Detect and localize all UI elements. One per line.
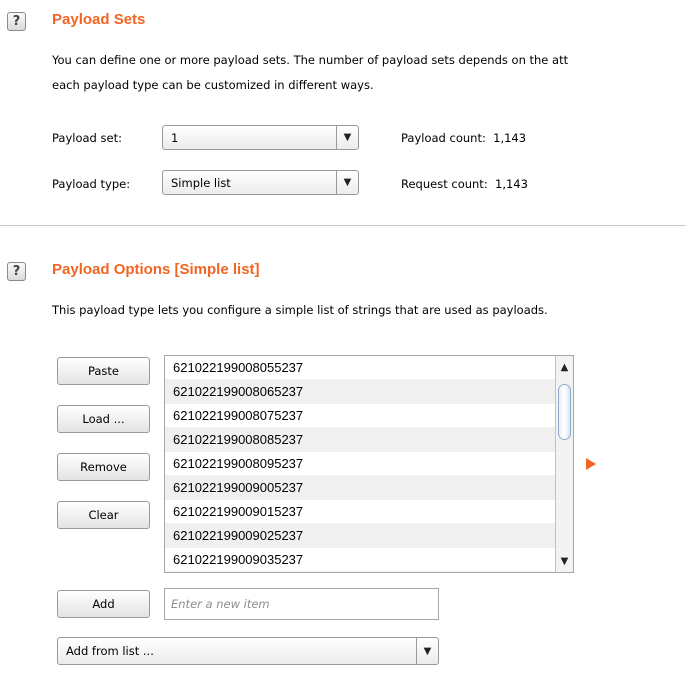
list-item[interactable]: 621022199008085237	[165, 428, 573, 452]
list-item[interactable]: 621022199009005237	[165, 476, 573, 500]
payload-sets-description-line1: You can define one or more payload sets.…	[52, 53, 569, 67]
request-count-label: Request count: 1,143	[401, 177, 528, 191]
chevron-down-icon: ▼	[416, 638, 438, 664]
help-icon[interactable]: ?	[7, 262, 26, 281]
clear-button[interactable]: Clear	[57, 501, 150, 529]
request-count-value: 1,143	[495, 177, 528, 191]
payload-set-select[interactable]: 1 ▼	[162, 125, 359, 150]
remove-button[interactable]: Remove	[57, 453, 150, 481]
paste-button[interactable]: Paste	[57, 357, 150, 385]
payload-sets-description-line2: each payload type can be customized in d…	[52, 78, 374, 92]
add-from-list-value: Add from list ...	[66, 644, 154, 658]
list-scrollbar[interactable]: ▲ ▼	[555, 356, 573, 572]
load-button[interactable]: Load ...	[57, 405, 150, 433]
payload-options-description: This payload type lets you configure a s…	[52, 303, 548, 317]
payload-sets-title: Payload Sets	[52, 11, 146, 28]
scroll-up-icon[interactable]: ▲	[556, 358, 573, 376]
chevron-down-icon: ▼	[336, 126, 358, 149]
scrollbar-thumb[interactable]	[558, 384, 571, 440]
new-item-input[interactable]: Enter a new item	[164, 588, 439, 620]
list-item[interactable]: 621022199008055237	[165, 356, 573, 380]
payload-count-label: Payload count: 1,143	[401, 131, 527, 145]
payload-type-value: Simple list	[171, 175, 231, 190]
list-item[interactable]: 621022199008075237	[165, 404, 573, 428]
payload-set-value: 1	[171, 130, 179, 145]
chevron-down-icon: ▼	[336, 171, 358, 194]
list-item[interactable]: 621022199008095237	[165, 452, 573, 476]
add-button[interactable]: Add	[57, 590, 150, 618]
payload-type-select[interactable]: Simple list ▼	[162, 170, 359, 195]
list-item[interactable]: 621022199009025237	[165, 524, 573, 548]
list-item[interactable]: 621022199009035237	[165, 548, 573, 572]
payload-count-value: 1,143	[493, 131, 527, 145]
payload-options-title: Payload Options [Simple list]	[52, 261, 260, 278]
payload-type-label: Payload type:	[52, 177, 131, 191]
list-item[interactable]: 621022199009015237	[165, 500, 573, 524]
add-from-list-select[interactable]: Add from list ... ▼	[57, 637, 439, 665]
section-divider	[0, 225, 686, 226]
help-icon[interactable]: ?	[7, 12, 26, 31]
list-item[interactable]: 621022199008065237	[165, 380, 573, 404]
scroll-down-icon[interactable]: ▼	[556, 552, 573, 570]
expand-arrow-icon[interactable]	[586, 458, 596, 470]
payload-set-label: Payload set:	[52, 131, 122, 145]
payload-list[interactable]: 621022199008055237 621022199008065237 62…	[164, 355, 574, 573]
